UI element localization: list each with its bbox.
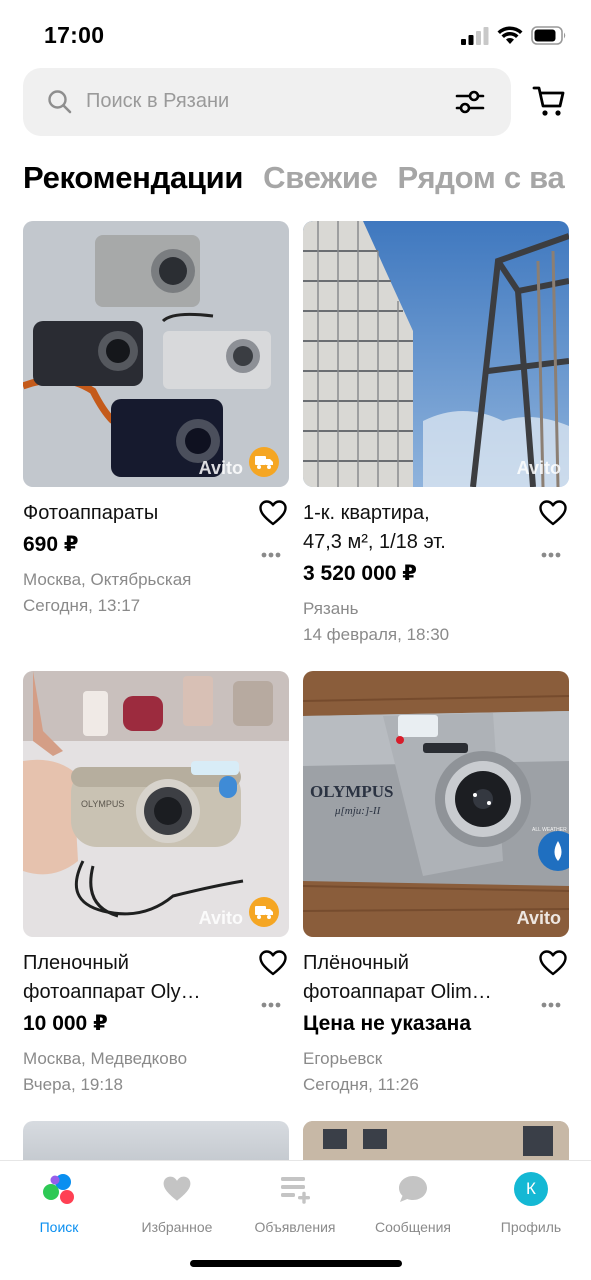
listing-image[interactable]: Avito [23, 221, 289, 487]
avito-watermark: Avito [198, 458, 243, 478]
listing-price: 10 000 ₽ [23, 1012, 108, 1035]
listing-image[interactable]: OLYMPUS μ[mju:]-II ALL WEATHER Avito [303, 671, 569, 937]
listing-date: Сегодня, 13:17 [23, 596, 141, 615]
nav-label: Сообщения [375, 1219, 451, 1235]
cart-icon[interactable] [532, 84, 566, 118]
tab-recommendations[interactable]: Рекомендации [23, 160, 243, 196]
listing-location: Москва, Октябрьская [23, 570, 192, 589]
avatar-letter: К [526, 1179, 536, 1198]
search-input[interactable]: Поиск в Рязани [86, 90, 229, 113]
nav-label: Избранное [141, 1219, 213, 1235]
truck-icon [255, 906, 273, 919]
listing-title[interactable]: 1-к. квартира, 47,3 м², 1/18 эт. [303, 499, 569, 557]
delivery-badge [249, 897, 279, 927]
more-options-icon[interactable] [261, 552, 281, 558]
home-indicator [190, 1260, 402, 1267]
listing-card[interactable]: Avito Фотоаппараты 690 ₽ Москва, Октябрь… [23, 221, 289, 619]
listing-price: 690 ₽ [23, 533, 79, 556]
listing-price: 3 520 000 ₽ [303, 562, 417, 585]
tab-fresh[interactable]: Свежие [263, 160, 378, 196]
listing-location: Рязань [303, 599, 359, 618]
avito-watermark: Avito [516, 458, 561, 478]
filter-icon[interactable] [455, 88, 485, 116]
tab-nearby[interactable]: Рядом с ва [398, 160, 565, 196]
search-bar[interactable]: Поиск в Рязани [23, 68, 511, 136]
listing-card[interactable]: OLYMPUS Avito Пленочный фотоаппарат Oly…… [23, 671, 289, 1098]
search-icon [48, 90, 72, 114]
favorite-heart-icon[interactable] [539, 500, 567, 526]
favorite-heart-icon[interactable] [259, 950, 287, 976]
listing-image[interactable]: OLYMPUS Avito [23, 671, 289, 937]
favorite-heart-icon[interactable] [539, 950, 567, 976]
nav-label: Объявления [254, 1219, 336, 1235]
svg-text:OLYMPUS: OLYMPUS [81, 799, 124, 809]
search-dots-icon [43, 1174, 74, 1204]
delivery-badge [249, 447, 279, 477]
chat-bubble-icon [399, 1176, 427, 1202]
listing-price: Цена не указана [303, 1012, 471, 1035]
nav-label: Профиль [500, 1219, 562, 1235]
nav-profile[interactable]: К Профиль [472, 1171, 590, 1235]
camera-brand: OLYMPUS [310, 782, 393, 801]
nav-messages[interactable]: Сообщения [354, 1171, 472, 1235]
favorite-heart-icon[interactable] [259, 500, 287, 526]
listing-card[interactable]: OLYMPUS μ[mju:]-II ALL WEATHER Avito Плё… [303, 671, 569, 1098]
listing-date: Сегодня, 11:26 [303, 1075, 419, 1094]
nav-search[interactable]: Поиск [0, 1171, 118, 1235]
nav-listings[interactable]: Объявления [236, 1171, 354, 1235]
status-time: 17:00 [44, 22, 105, 48]
listing-card[interactable]: Avito 1-к. квартира, 47,3 м², 1/18 эт. 3… [303, 221, 569, 648]
weather-badge-text: ALL WEATHER [532, 827, 567, 833]
listing-date: 14 февраля, 18:30 [303, 625, 450, 644]
status-icons [461, 26, 567, 45]
listing-title[interactable]: Плёночный фотоаппарат Olim… [303, 949, 569, 1007]
listing-image[interactable]: Avito [303, 221, 569, 487]
cellular-signal-icon [461, 26, 489, 45]
avito-watermark: Avito [516, 908, 561, 928]
avatar: К [514, 1172, 548, 1206]
camera-model: μ[mju:]-II [334, 805, 382, 817]
listing-date: Вчера, 19:18 [23, 1075, 123, 1094]
heart-icon [163, 1176, 191, 1201]
avito-watermark: Avito [198, 908, 243, 928]
nav-favorites[interactable]: Избранное [118, 1171, 236, 1235]
more-options-icon[interactable] [261, 1002, 281, 1008]
status-bar: 17:00 [0, 0, 591, 66]
nav-label: Поиск [39, 1219, 79, 1235]
listing-title[interactable]: Пленочный фотоаппарат Oly… [23, 949, 289, 1007]
more-options-icon[interactable] [541, 552, 561, 558]
more-options-icon[interactable] [541, 1002, 561, 1008]
battery-icon [531, 26, 566, 45]
category-tabs: Рекомендации Свежие Рядом с ва [23, 160, 591, 204]
listing-location: Егорьевск [303, 1049, 383, 1068]
truck-icon [255, 456, 273, 469]
wifi-icon [497, 26, 523, 44]
listing-title[interactable]: Фотоаппараты [23, 499, 289, 528]
listings-add-icon [281, 1177, 310, 1204]
listing-location: Москва, Медведково [23, 1049, 188, 1068]
